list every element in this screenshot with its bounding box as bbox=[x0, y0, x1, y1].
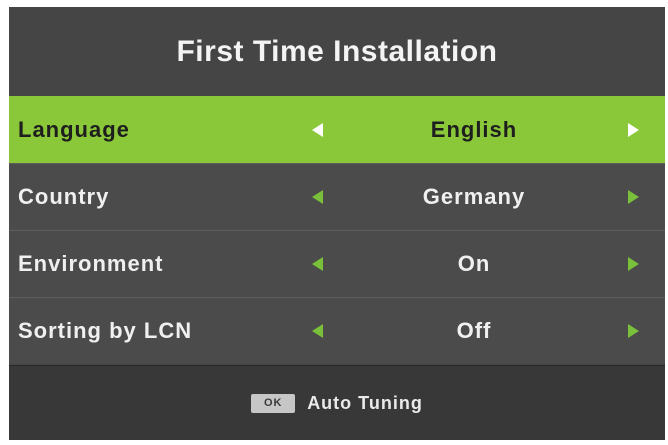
setting-row-country[interactable]: Country Germany bbox=[9, 163, 665, 230]
setting-row-environment[interactable]: Environment On bbox=[9, 230, 665, 297]
setting-label: Language bbox=[18, 117, 130, 142]
auto-tuning-label: Auto Tuning bbox=[307, 392, 423, 413]
left-arrow-icon[interactable] bbox=[312, 257, 323, 271]
dialog-title: First Time Installation bbox=[176, 34, 498, 68]
setting-label: Country bbox=[18, 184, 110, 209]
left-arrow-icon[interactable] bbox=[312, 123, 323, 137]
setting-label: Sorting by LCN bbox=[18, 318, 193, 343]
right-arrow-icon[interactable] bbox=[628, 257, 639, 271]
ok-key-icon[interactable]: OK bbox=[251, 393, 296, 413]
setting-value[interactable]: English bbox=[324, 97, 624, 163]
setting-row-sorting-by-lcn[interactable]: Sorting by LCN Off bbox=[9, 297, 665, 364]
first-time-installation-dialog: First Time Installation Language English… bbox=[9, 7, 665, 440]
setting-value[interactable]: Off bbox=[324, 298, 624, 364]
left-arrow-icon[interactable] bbox=[312, 324, 323, 338]
footer-hint-bar: OK Auto Tuning bbox=[9, 365, 665, 440]
setting-value[interactable]: Germany bbox=[324, 164, 624, 230]
left-arrow-icon[interactable] bbox=[312, 190, 323, 204]
right-arrow-icon[interactable] bbox=[628, 190, 639, 204]
setting-label: Environment bbox=[18, 251, 164, 276]
setting-value[interactable]: On bbox=[324, 231, 624, 297]
right-arrow-icon[interactable] bbox=[628, 324, 639, 338]
setting-row-language[interactable]: Language English bbox=[9, 96, 665, 163]
right-arrow-icon[interactable] bbox=[628, 123, 639, 137]
